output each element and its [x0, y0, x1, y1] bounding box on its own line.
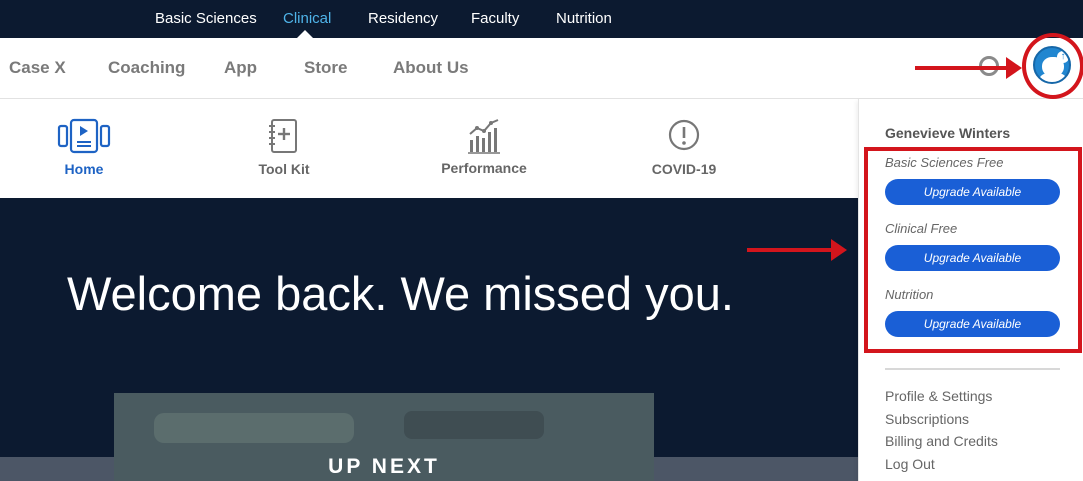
user-name: Genevieve Winters	[885, 125, 1011, 141]
quick-links-row: Home Tool Kit Performance COVID-19	[0, 99, 858, 198]
welcome-heading: Welcome back. We missed you.	[67, 267, 734, 320]
top-nav-residency[interactable]: Residency	[368, 10, 438, 27]
tile-tool-kit-label: Tool Kit	[258, 161, 310, 177]
plan-name: Nutrition	[885, 287, 934, 302]
up-next-card[interactable]: UP NEXT	[114, 393, 654, 481]
menu-billing-credits[interactable]: Billing and Credits	[885, 433, 998, 449]
tile-covid-19[interactable]: COVID-19	[584, 99, 784, 198]
tile-performance[interactable]: Performance	[384, 99, 584, 198]
tile-tool-kit[interactable]: Tool Kit	[184, 99, 384, 198]
top-nav-basic-sciences[interactable]: Basic Sciences	[155, 10, 257, 27]
sub-nav-about-us[interactable]: About Us	[393, 58, 469, 78]
plan-name: Clinical Free	[885, 221, 958, 236]
tile-covid-19-label: COVID-19	[651, 161, 717, 177]
menu-profile-settings[interactable]: Profile & Settings	[885, 388, 992, 404]
notebook-plus-icon	[269, 119, 297, 153]
menu-divider	[885, 368, 1060, 370]
tile-performance-label: Performance	[441, 160, 527, 176]
sub-nav-app[interactable]: App	[224, 58, 257, 78]
up-next-label: UP NEXT	[328, 455, 440, 478]
tile-home-label: Home	[64, 161, 104, 177]
top-nav-nutrition[interactable]: Nutrition	[556, 10, 612, 27]
top-nav-faculty[interactable]: Faculty	[471, 10, 519, 27]
exclamation-circle-icon	[668, 119, 700, 151]
menu-subscriptions[interactable]: Subscriptions	[885, 411, 969, 427]
plan-name: Basic Sciences Free	[885, 155, 1004, 170]
active-caret-icon	[297, 30, 313, 38]
bar-chart-trend-icon	[468, 119, 500, 154]
sub-nav-coaching[interactable]: Coaching	[108, 58, 185, 78]
upgrade-button[interactable]: Upgrade Available	[885, 311, 1060, 337]
upgrade-button[interactable]: Upgrade Available	[885, 179, 1060, 205]
upgrade-button[interactable]: Upgrade Available	[885, 245, 1060, 271]
menu-log-out[interactable]: Log Out	[885, 456, 935, 472]
annotation-arrow-icon	[747, 239, 847, 261]
video-player-icon	[57, 118, 111, 154]
top-nav-clinical[interactable]: Clinical	[283, 10, 331, 27]
tile-home[interactable]: Home	[0, 99, 184, 198]
sub-nav-case-x[interactable]: Case X	[9, 58, 66, 78]
annotation-circle	[1022, 33, 1083, 99]
annotation-arrow-icon	[915, 57, 1022, 79]
sub-nav-store[interactable]: Store	[304, 58, 347, 78]
card-thumbnail-area	[404, 411, 544, 439]
card-thumbnail-area	[154, 413, 354, 443]
account-menu: Genevieve Winters Basic Sciences Free Up…	[858, 99, 1083, 481]
top-nav: Basic Sciences Clinical Residency Facult…	[0, 0, 1083, 38]
hero-section: Welcome back. We missed you. UP NEXT	[0, 198, 858, 481]
